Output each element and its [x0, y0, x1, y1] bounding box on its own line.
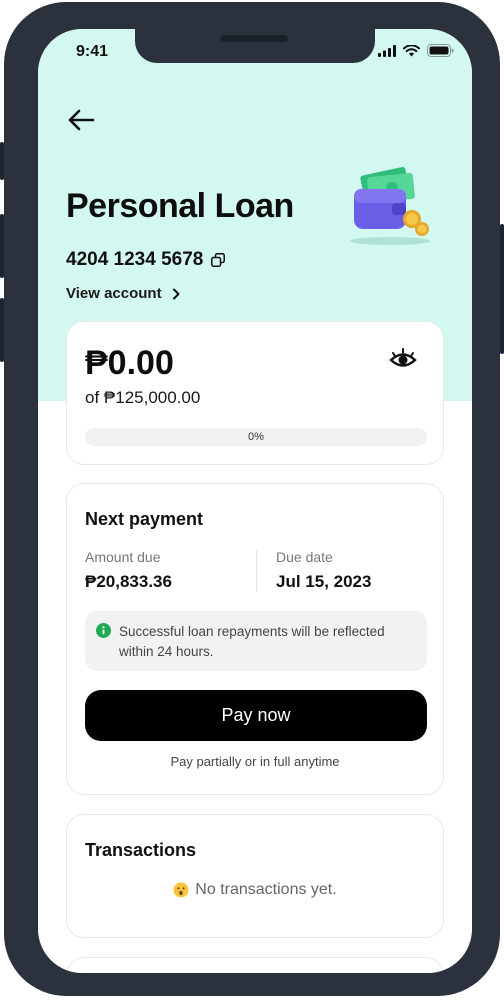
empty-state: No transactions yet.: [67, 881, 443, 899]
amount-due-label: Amount due: [85, 549, 161, 565]
view-account-label: View account: [66, 285, 162, 302]
surprised-face-icon: [173, 882, 189, 898]
column-divider: [256, 550, 257, 592]
balance-card: ₱0.00 of ₱125,000.00 0%: [66, 321, 444, 465]
battery-icon: [427, 44, 454, 57]
speaker-grille: [220, 35, 288, 42]
transactions-title: Transactions: [85, 840, 197, 860]
repayment-progress-bar: 0%: [85, 428, 427, 446]
next-payment-card: Next payment Amount due ₱20,833.36 Due d…: [66, 483, 444, 795]
due-date-value: Jul 15, 2023: [276, 572, 372, 591]
status-time: 9:41: [76, 43, 109, 60]
amount-due-value: ₱20,833.36: [85, 572, 172, 591]
wifi-icon: [403, 44, 420, 56]
empty-state-text: No transactions yet.: [195, 881, 337, 898]
copy-icon[interactable]: [211, 253, 226, 267]
next-section-card: [66, 957, 444, 973]
balance-amount: ₱0.00: [85, 344, 174, 382]
signal-icon: [378, 44, 396, 57]
pay-note: Pay partially or in full anytime: [170, 754, 340, 769]
info-icon: [96, 623, 111, 638]
pay-now-button[interactable]: Pay now: [85, 690, 427, 741]
view-account-link[interactable]: View account: [66, 285, 180, 302]
account-number-row: 4204 1234 5678: [66, 249, 226, 271]
side-button-left-3: [0, 298, 4, 362]
loan-limit: of ₱125,000.00: [85, 388, 201, 407]
repayment-notice: Successful loan repayments will be refle…: [85, 611, 427, 671]
progress-label: 0%: [248, 431, 264, 443]
account-number: 4204 1234 5678: [66, 249, 204, 270]
side-button-left-1: [0, 142, 4, 180]
chevron-right-icon: [172, 288, 180, 299]
device-notch: [135, 29, 375, 63]
side-button-right: [500, 224, 504, 354]
page-title: Personal Loan: [66, 187, 294, 225]
due-date-label: Due date: [276, 549, 333, 565]
phone-frame: 9:41 Personal Loan 4204 1234 5678 View a…: [0, 2, 504, 996]
app-screen: 9:41 Personal Loan 4204 1234 5678 View a…: [38, 29, 472, 973]
notice-text: Successful loan repayments will be refle…: [119, 624, 385, 659]
side-button-left-2: [0, 214, 4, 278]
wallet-illustration-icon: [350, 167, 430, 245]
status-icons: [378, 44, 454, 57]
next-payment-title: Next payment: [85, 509, 204, 529]
eye-icon[interactable]: [389, 348, 417, 370]
transactions-card: Transactions No transactions yet.: [66, 814, 444, 938]
arrow-left-icon[interactable]: [66, 107, 96, 133]
